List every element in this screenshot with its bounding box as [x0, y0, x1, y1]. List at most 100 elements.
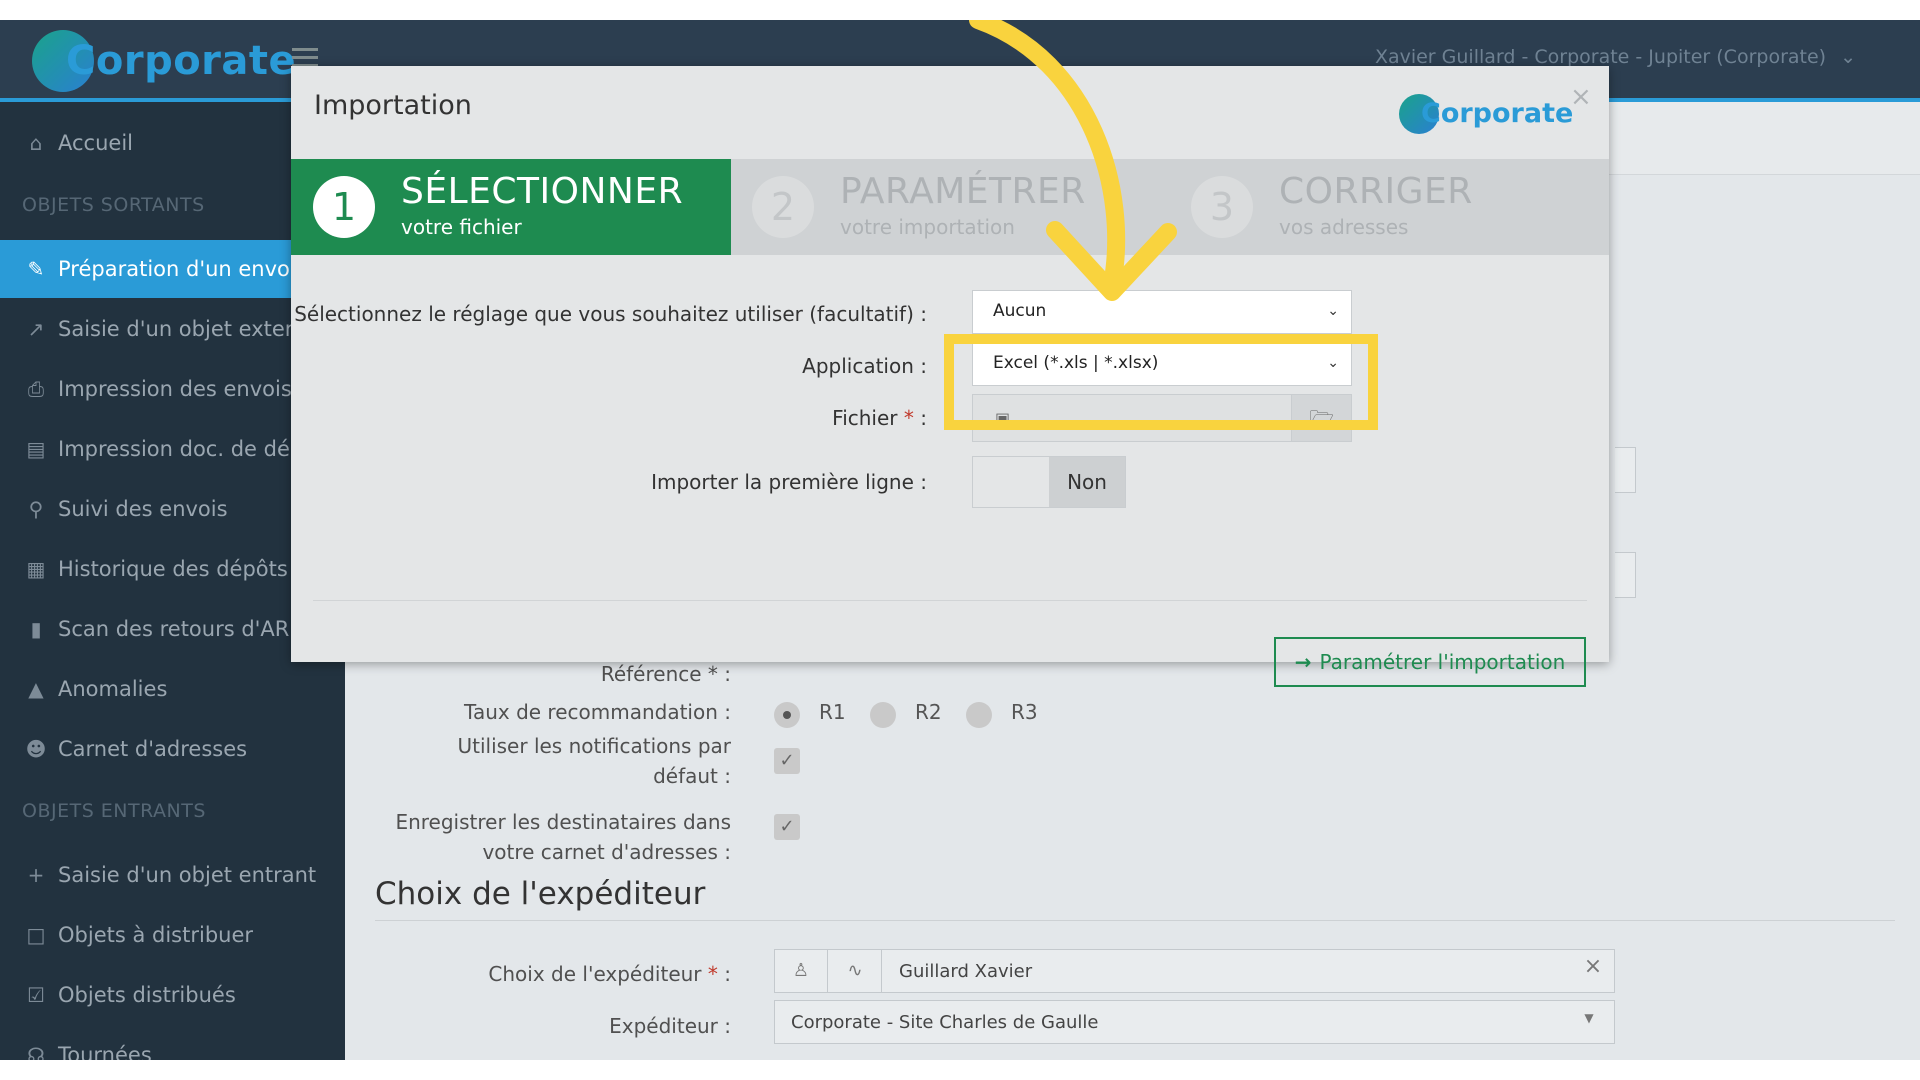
sidebar-item-saisie-objet-entrant[interactable]: + Saisie d'un objet entrant: [0, 846, 345, 904]
app-logo[interactable]: Corporate: [32, 28, 296, 94]
notifications-label-line2: défaut :: [653, 764, 731, 788]
user-icon[interactable]: ♙: [789, 960, 813, 981]
sidebar-section-incoming: OBJETS ENTRANTS: [22, 800, 206, 822]
sidebar-item-tournees[interactable]: ☊ Tournées: [0, 1026, 345, 1060]
modal-footer-divider: [313, 600, 1587, 601]
step-title: PARAMÉTRER: [840, 171, 1086, 212]
cart-icon: ☊: [27, 1043, 45, 1060]
wizard-steps: 1 SÉLECTIONNER votre fichier 2 PARAMÉTRE…: [291, 159, 1609, 255]
route-icon[interactable]: ∿: [843, 960, 867, 981]
external-link-icon: ↗: [27, 317, 45, 341]
setting-select[interactable]: Aucun ⌄: [972, 290, 1352, 334]
sidebar-item-label: Historique des dépôts: [58, 557, 288, 581]
app-frame: Corporate Xavier Guillard - Corporate - …: [0, 20, 1920, 1060]
step-title: CORRIGER: [1279, 171, 1473, 212]
sidebar-item-label: Anomalies: [58, 677, 168, 701]
hamburger-menu-icon[interactable]: [292, 48, 318, 68]
logo-text: Corporate: [66, 38, 297, 84]
user-menu[interactable]: Xavier Guillard - Corporate - Jupiter (C…: [1375, 46, 1856, 68]
modal-title: Importation: [314, 90, 472, 121]
sidebar-item-label: Saisie d'un objet entrant: [58, 863, 317, 887]
home-icon: ⌂: [29, 131, 43, 155]
sender-value: Corporate - Site Charles de Gaulle: [791, 1012, 1099, 1033]
save-recipients-checkbox[interactable]: ✓: [774, 814, 800, 840]
close-icon[interactable]: ×: [1581, 954, 1605, 979]
sidebar-item-label: Carnet d'adresses: [58, 737, 248, 761]
sender-label: Expéditeur :: [609, 1014, 731, 1038]
warning-icon: ▲: [28, 677, 44, 701]
save-recipients-label-line2: votre carnet d'adresses :: [482, 840, 731, 864]
sidebar-item-label: Préparation d'un envoi: [58, 257, 296, 281]
step-number: 2: [752, 176, 814, 238]
users-icon: ☻: [25, 737, 47, 761]
sidebar-item-objets-distribues[interactable]: ☑ Objets distribués: [0, 966, 345, 1024]
radio-r2[interactable]: [870, 702, 896, 728]
sender-choice-label: Choix de l'expéditeur * :: [488, 962, 731, 986]
close-icon[interactable]: ×: [1570, 82, 1592, 112]
radio-r2-label: R2: [915, 700, 942, 724]
sender-select[interactable]: Corporate - Site Charles de Gaulle ▼: [774, 1000, 1615, 1044]
first-line-toggle-value: Non: [1049, 457, 1125, 507]
document-icon: ▤: [26, 437, 46, 461]
sidebar-item-carnet-adresses[interactable]: ☻ Carnet d'adresses: [0, 720, 345, 778]
checkbox-icon: ☑: [27, 983, 45, 1007]
setting-value: Aucun: [993, 301, 1047, 321]
sidebar-item-label: Scan des retours d'AR: [58, 617, 290, 641]
reference-label: Référence * :: [600, 662, 731, 686]
sender-section-title: Choix de l'expéditeur: [375, 876, 706, 912]
file-label: Fichier * :: [832, 406, 927, 430]
radio-r3-label: R3: [1011, 700, 1038, 724]
first-line-toggle[interactable]: Non: [972, 456, 1126, 508]
step-correct: 3 CORRIGER vos adresses: [1169, 159, 1609, 255]
step-subtitle: vos adresses: [1279, 215, 1409, 239]
chevron-down-icon: ⌄: [1840, 46, 1856, 68]
notifications-checkbox[interactable]: ✓: [774, 748, 800, 774]
sidebar-item-label: Objets à distribuer: [58, 923, 254, 947]
pencil-icon: ✎: [27, 257, 45, 281]
sidebar-item-objets-a-distribuer[interactable]: □ Objets à distribuer: [0, 906, 345, 964]
plus-icon: +: [27, 863, 45, 887]
step-subtitle: votre importation: [840, 215, 1015, 239]
section-divider: [375, 920, 1895, 921]
step-title: SÉLECTIONNER: [401, 171, 684, 212]
sidebar-item-anomalies[interactable]: ▲ Anomalies: [0, 660, 345, 718]
sidebar-section-outgoing: OBJETS SORTANTS: [22, 194, 205, 216]
step-select: 1 SÉLECTIONNER votre fichier: [291, 159, 731, 255]
configure-import-button[interactable]: → Paramétrer l'importation: [1274, 637, 1586, 687]
sidebar-item-label: Impression des envois: [58, 377, 292, 401]
sidebar-item-label: Impression doc. de dépôt: [58, 437, 325, 461]
sidebar-item-label: Tournées: [58, 1043, 152, 1060]
step-number: 1: [313, 176, 375, 238]
sender-choice-value: Guillard Xavier: [899, 961, 1033, 982]
printer-icon: ⎙: [28, 377, 44, 401]
barcode-icon: ▮: [30, 617, 42, 641]
configure-import-label: Paramétrer l'importation: [1319, 650, 1566, 674]
radio-r3[interactable]: [966, 702, 992, 728]
step-number: 3: [1191, 176, 1253, 238]
caret-down-icon: ▼: [1584, 1011, 1594, 1025]
step-subtitle: votre fichier: [401, 215, 522, 239]
background-input-edge: [1615, 447, 1636, 493]
sidebar-item-label: Suivi des envois: [58, 497, 228, 521]
user-name: Xavier Guillard - Corporate - Jupiter (C…: [1374, 46, 1827, 68]
highlight-box: [944, 334, 1378, 430]
sidebar-item-label: Objets distribués: [58, 983, 236, 1007]
arrow-right-icon: →: [1294, 650, 1312, 674]
save-recipients-label-line1: Enregistrer les destinataires dans: [395, 810, 731, 834]
calendar-icon: ▦: [26, 557, 46, 581]
radio-r1-label: R1: [819, 700, 846, 724]
chevron-down-icon: ⌄: [1327, 303, 1339, 319]
modal-logo: Corporate: [1399, 92, 1573, 136]
radio-r1[interactable]: [774, 702, 800, 728]
sender-choice-field[interactable]: ♙ ∿ Guillard Xavier ×: [774, 949, 1615, 993]
logo-text: Corporate: [1421, 98, 1574, 129]
search-icon: ⚲: [28, 497, 44, 521]
notifications-label-line1: Utiliser les notifications par: [457, 734, 731, 758]
square-icon: □: [26, 923, 46, 947]
setting-label: Sélectionnez le réglage que vous souhait…: [294, 302, 927, 326]
background-input-edge: [1615, 552, 1636, 598]
rate-label: Taux de recommandation :: [464, 700, 731, 724]
first-line-label: Importer la première ligne :: [651, 470, 927, 494]
sidebar-item-label: Accueil: [58, 131, 133, 155]
step-configure: 2 PARAMÉTRER votre importation: [730, 159, 1170, 255]
